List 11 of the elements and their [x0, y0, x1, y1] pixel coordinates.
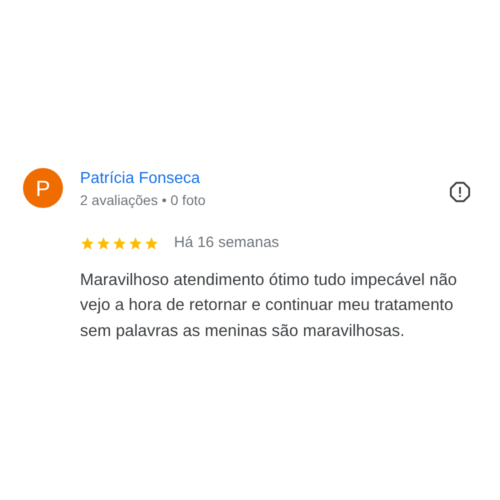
- report-icon[interactable]: [449, 181, 471, 203]
- star-icon: [80, 236, 95, 251]
- star-icon: [96, 236, 111, 251]
- review-stats: 2 avaliações • 0 foto: [80, 191, 207, 210]
- review-time: Há 16 semanas: [174, 233, 280, 253]
- star-icon: [144, 236, 159, 251]
- avatar: P: [23, 168, 63, 208]
- author-name[interactable]: Patrícia Fonseca: [80, 168, 449, 190]
- review-text: Maravilhoso atendimento ótimo tudo impecável não vejo a hora de retornar e continuar meu tratamento sem palavras as meninas são maravilhosas.: [80, 270, 458, 342]
- star-icon: [128, 236, 143, 251]
- star-icon: [112, 236, 127, 251]
